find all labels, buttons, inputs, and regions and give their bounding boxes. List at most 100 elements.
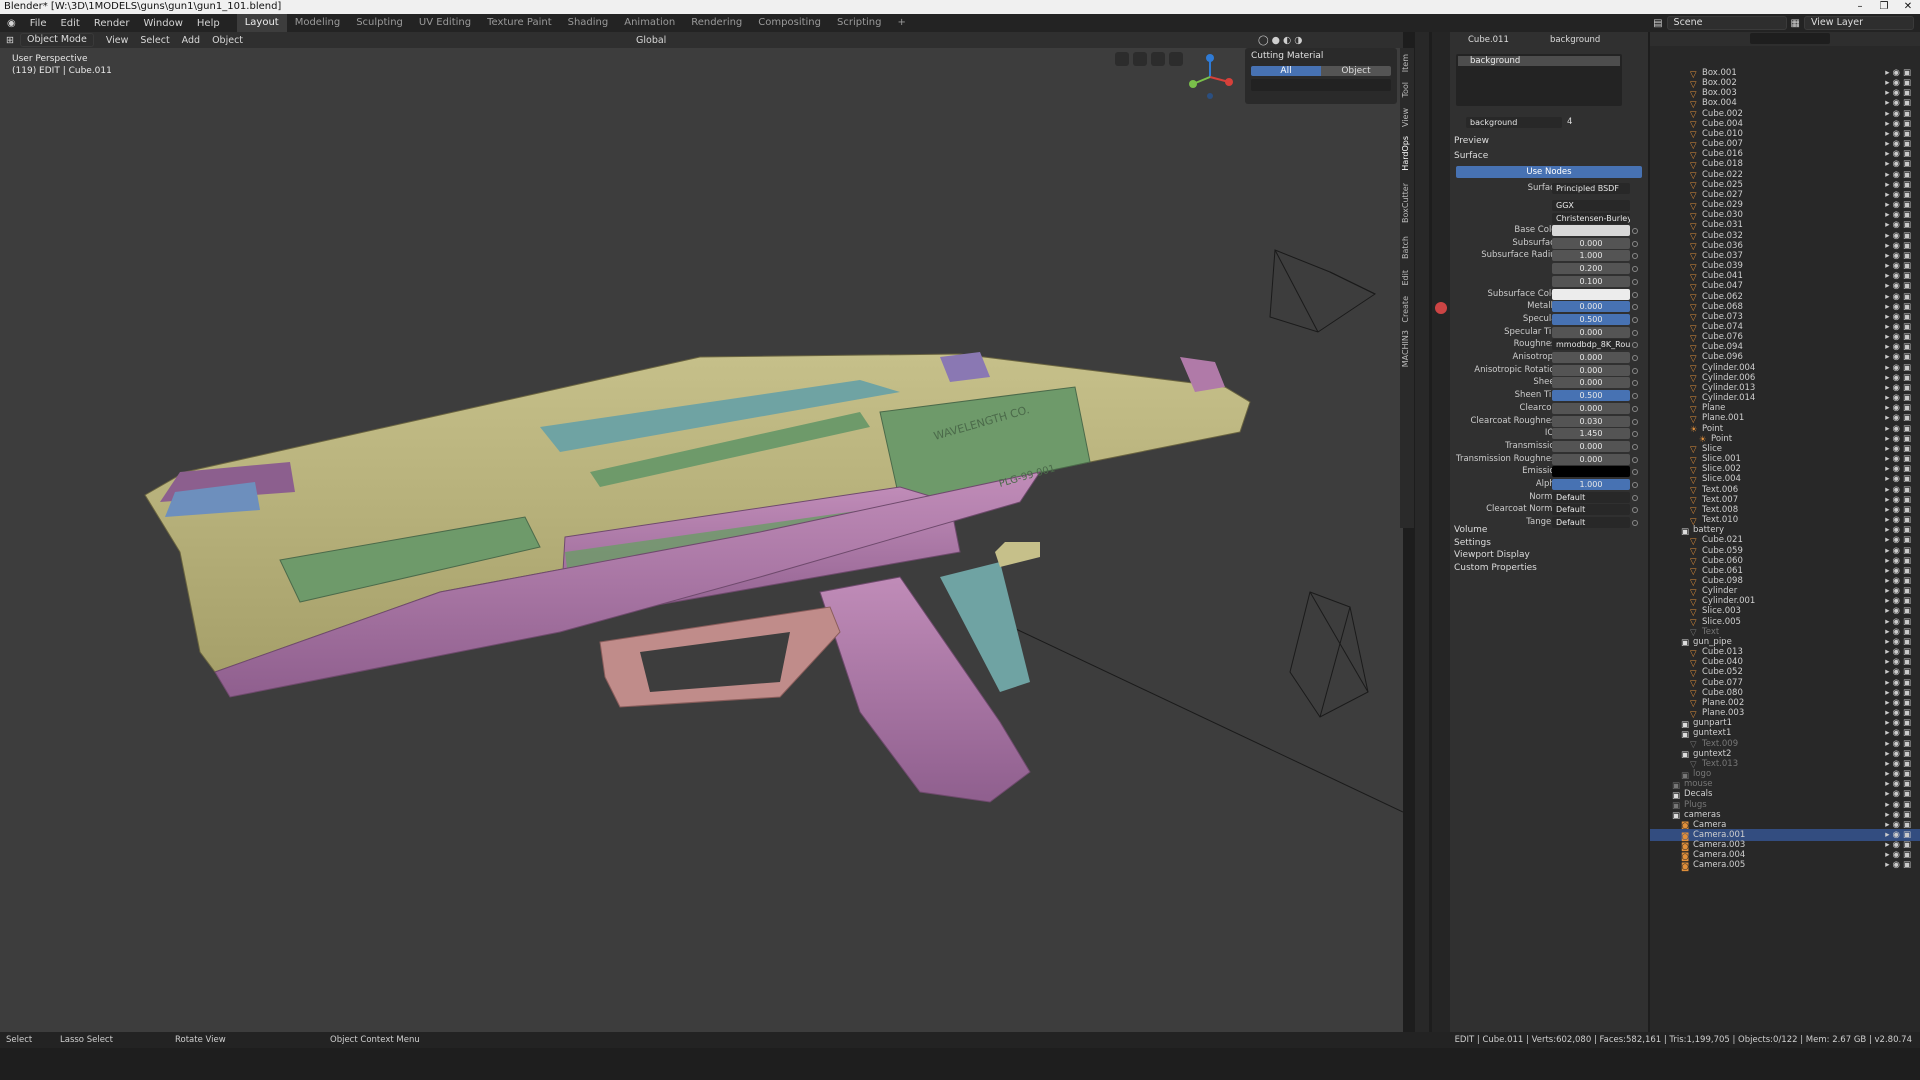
tab-modeling[interactable]: Modeling bbox=[287, 14, 349, 32]
shader-field-value[interactable]: 0.030 bbox=[1552, 415, 1630, 427]
view-layer-selector[interactable]: View Layer bbox=[1804, 16, 1914, 30]
shader-field-value[interactable]: Default bbox=[1552, 517, 1630, 529]
menu-render[interactable]: Render bbox=[87, 18, 137, 29]
navigation-gizmo[interactable] bbox=[1185, 52, 1235, 102]
socket-icon[interactable] bbox=[1632, 494, 1638, 501]
socket-icon[interactable] bbox=[1632, 507, 1638, 514]
socket-icon[interactable] bbox=[1632, 278, 1638, 285]
shader-field-value[interactable]: 0.000 bbox=[1552, 364, 1630, 376]
tab-uv-editing[interactable]: UV Editing bbox=[411, 14, 479, 32]
side-tab-tool[interactable]: Tool bbox=[1401, 82, 1410, 98]
menu-file[interactable]: File bbox=[23, 18, 54, 29]
socket-icon[interactable] bbox=[1632, 342, 1638, 349]
socket-icon[interactable] bbox=[1632, 380, 1638, 387]
close-button[interactable]: ✕ bbox=[1896, 0, 1920, 14]
socket-icon[interactable] bbox=[1632, 482, 1638, 488]
camera-view-icon[interactable] bbox=[1133, 52, 1147, 66]
socket-icon[interactable] bbox=[1632, 393, 1638, 400]
tab-layout[interactable]: Layout bbox=[236, 14, 287, 32]
socket-icon[interactable] bbox=[1632, 431, 1638, 438]
subsurface-method-field[interactable]: Christensen-Burley bbox=[1552, 213, 1630, 224]
shader-field-value[interactable]: 0.000 bbox=[1552, 301, 1630, 313]
socket-icon[interactable] bbox=[1632, 304, 1638, 311]
panel-section-header[interactable]: Settings bbox=[1454, 538, 1491, 548]
socket-icon[interactable] bbox=[1632, 443, 1638, 450]
tab-shading[interactable]: Shading bbox=[560, 14, 617, 32]
side-tab-edit[interactable]: Edit bbox=[1401, 270, 1410, 286]
shading-mode-icons[interactable]: ◯ ● ◐ ◑ bbox=[1258, 35, 1303, 46]
tab-animation[interactable]: Animation bbox=[616, 14, 683, 32]
socket-icon[interactable] bbox=[1632, 329, 1638, 336]
shader-field-value[interactable]: 0.500 bbox=[1552, 313, 1630, 325]
surface-section[interactable]: Surface bbox=[1454, 151, 1488, 161]
menu-select[interactable]: Select bbox=[134, 35, 175, 46]
menu-edit[interactable]: Edit bbox=[53, 18, 86, 29]
material-slot-item[interactable]: background bbox=[1458, 56, 1620, 66]
material-tab-icon[interactable] bbox=[1435, 302, 1447, 314]
shader-field-value[interactable]: Default bbox=[1552, 491, 1630, 503]
shader-field-value[interactable]: 0.100 bbox=[1552, 275, 1630, 287]
side-tab-hardops[interactable]: HardOps bbox=[1401, 136, 1410, 171]
shader-field-value[interactable]: 0.500 bbox=[1552, 390, 1630, 402]
mode-selector[interactable]: Object Mode bbox=[19, 33, 94, 47]
minimize-button[interactable]: – bbox=[1848, 0, 1872, 14]
tab-compositing[interactable]: Compositing bbox=[750, 14, 829, 32]
side-tab-create[interactable]: Create bbox=[1401, 296, 1410, 323]
material-slot-list[interactable]: background bbox=[1456, 54, 1622, 106]
shader-field-value[interactable]: 0.000 bbox=[1552, 377, 1630, 389]
panel-section-header[interactable]: Custom Properties bbox=[1454, 563, 1537, 573]
socket-icon[interactable] bbox=[1632, 291, 1638, 298]
socket-icon[interactable] bbox=[1632, 405, 1638, 412]
shader-field-value[interactable] bbox=[1552, 225, 1630, 236]
shader-field-value[interactable] bbox=[1552, 466, 1630, 478]
socket-icon[interactable] bbox=[1632, 253, 1638, 260]
socket-icon[interactable] bbox=[1632, 520, 1638, 527]
tab-texture-paint[interactable]: Texture Paint bbox=[479, 14, 560, 32]
shader-field-value[interactable]: 1.000 bbox=[1552, 250, 1630, 262]
zoom-icon[interactable] bbox=[1169, 52, 1183, 66]
use-nodes-button[interactable]: Use Nodes bbox=[1456, 166, 1642, 178]
shader-field-value[interactable]: 0.200 bbox=[1552, 263, 1630, 275]
tab-scripting[interactable]: Scripting bbox=[829, 14, 889, 32]
material-name[interactable]: background bbox=[1550, 35, 1600, 45]
shader-field-value[interactable]: 0.000 bbox=[1552, 326, 1630, 338]
material-search-field[interactable] bbox=[1251, 79, 1391, 91]
side-tab-boxcutter[interactable]: BoxCutter bbox=[1401, 183, 1410, 223]
socket-icon[interactable] bbox=[1632, 469, 1638, 476]
menu-object[interactable]: Object bbox=[206, 35, 249, 46]
socket-icon[interactable] bbox=[1632, 228, 1638, 234]
maximize-button[interactable]: ❐ bbox=[1872, 0, 1896, 14]
transform-orientation[interactable]: Global bbox=[630, 35, 672, 46]
shader-field-value[interactable]: 0.000 bbox=[1552, 352, 1630, 363]
side-tab-view[interactable]: View bbox=[1401, 108, 1410, 127]
tab-object[interactable]: Object bbox=[1321, 66, 1391, 76]
shader-field-value[interactable]: 0.000 bbox=[1552, 440, 1630, 452]
shader-field-value[interactable]: 0.000 bbox=[1552, 402, 1630, 414]
socket-icon[interactable] bbox=[1632, 418, 1638, 425]
tab-sculpting[interactable]: Sculpting bbox=[348, 14, 411, 32]
shader-field-value[interactable]: 0.000 bbox=[1552, 453, 1630, 465]
tab-all[interactable]: All bbox=[1251, 66, 1321, 76]
shader-field-value[interactable]: Default bbox=[1552, 504, 1630, 516]
socket-icon[interactable] bbox=[1632, 266, 1638, 273]
menu-add[interactable]: Add bbox=[176, 35, 206, 46]
outliner-item[interactable]: ◙ Camera.005 ▸◉▣ bbox=[1650, 859, 1920, 872]
tab-rendering[interactable]: Rendering bbox=[683, 14, 750, 32]
pan-icon[interactable] bbox=[1151, 52, 1165, 66]
socket-icon[interactable] bbox=[1632, 240, 1638, 247]
grid-icon[interactable] bbox=[1115, 52, 1129, 66]
shader-field-value[interactable]: 1.450 bbox=[1552, 428, 1630, 440]
socket-icon[interactable] bbox=[1632, 316, 1638, 323]
editor-type-icon[interactable]: ⊞ bbox=[0, 35, 20, 46]
side-tab-item[interactable]: Item bbox=[1401, 54, 1410, 72]
side-tab-batch[interactable]: Batch bbox=[1401, 236, 1410, 259]
shader-field-value[interactable]: 0.000 bbox=[1552, 237, 1630, 249]
shader-field-value[interactable]: 1.000 bbox=[1552, 479, 1630, 490]
shader-field-value[interactable] bbox=[1552, 288, 1630, 300]
add-workspace-button[interactable]: + bbox=[889, 14, 913, 32]
socket-icon[interactable] bbox=[1632, 355, 1638, 361]
material-datablock-field[interactable]: background bbox=[1466, 117, 1562, 128]
menu-help[interactable]: Help bbox=[190, 18, 227, 29]
menu-window[interactable]: Window bbox=[136, 18, 189, 29]
scene-selector[interactable]: Scene bbox=[1666, 16, 1787, 30]
